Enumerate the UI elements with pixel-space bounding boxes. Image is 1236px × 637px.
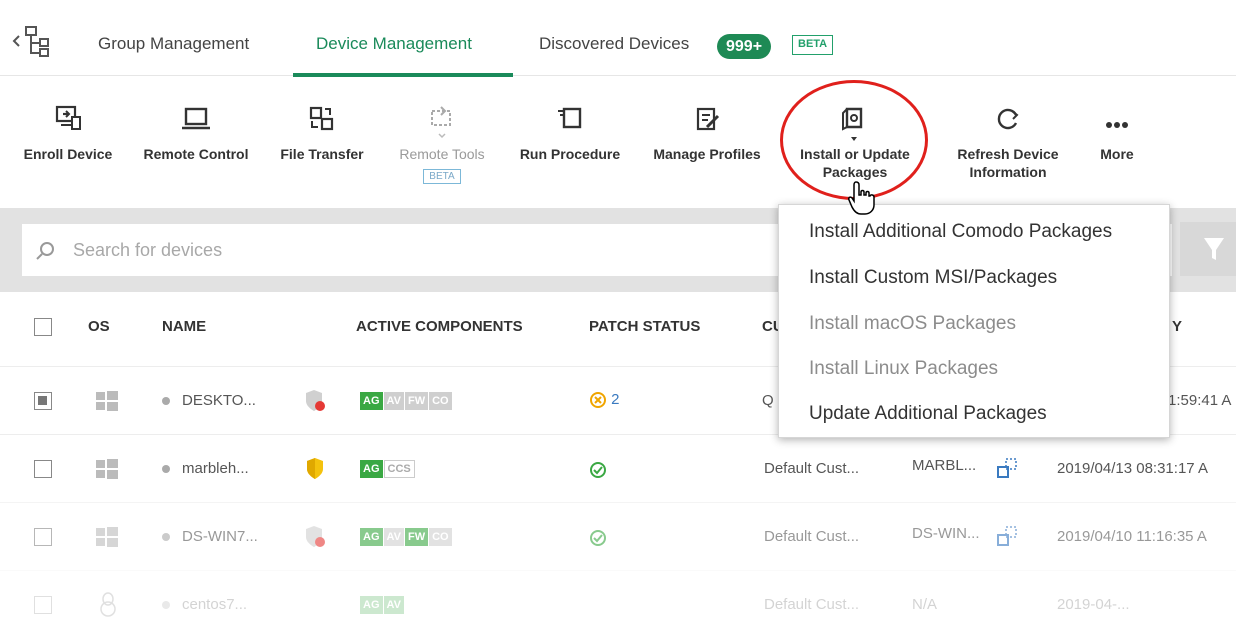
status-dot [162,397,170,406]
device-name[interactable]: centos7... [162,596,247,613]
file-transfer-button[interactable]: File Transfer [272,105,372,163]
remote-control-label: Remote Control [143,146,249,162]
row-checkbox[interactable] [34,528,52,546]
refresh-label-line2: Information [969,164,1047,180]
table-row[interactable]: centos7... AG AV Default Cust... N/A 2019… [0,570,1236,637]
shield-icon [306,390,325,411]
column-os[interactable]: OS [88,318,110,335]
row-checkbox[interactable] [34,596,52,614]
run-procedure-label: Run Procedure [519,146,621,162]
more-dots-icon [1106,122,1128,128]
tree-back-icon[interactable] [10,22,56,62]
enroll-device-icon [55,105,81,130]
column-active-components[interactable]: ACTIVE COMPONENTS [356,318,523,335]
file-transfer-icon [309,106,334,131]
shield-icon [306,526,325,547]
refresh-device-information-button[interactable]: Refresh Device Information [946,105,1070,181]
tab-discovered-devices[interactable]: Discovered Devices [539,34,689,54]
enroll-device-label: Enroll Device [23,146,113,162]
windows-os-icon [96,459,118,479]
patch-status[interactable]: 2 [589,391,620,409]
active-components: AG AV FW CO [360,527,453,546]
column-last-activity[interactable]: Y [1172,318,1182,335]
search-icon [36,242,54,260]
last-activity: 2019-04-... [1057,596,1130,613]
customer: Default Cust... [764,460,860,477]
remote-control-button[interactable]: Remote Control [136,105,256,163]
device-name[interactable]: marbleh... [162,460,249,477]
manage-profiles-button[interactable]: Manage Profiles [644,105,770,163]
device-name[interactable]: DS-WIN7... [162,528,258,545]
select-all-checkbox[interactable] [34,318,52,336]
manage-profiles-label: Manage Profiles [653,146,761,162]
more-label: More [1100,146,1134,162]
linux-os-icon [100,592,116,617]
device-name-short: DS-WIN... [912,525,980,542]
laptop-icon [182,107,210,130]
toolbar: Enroll Device Remote Control File Transf… [0,77,1236,207]
menu-item-install-linux[interactable]: Install Linux Packages [809,358,998,380]
run-procedure-icon [558,107,582,129]
customer: Default Cust... [764,528,860,545]
patch-ok-icon[interactable] [589,461,607,479]
tab-bar: Group Management Device Management Disco… [0,0,1236,77]
active-components: AG CCS [360,459,416,478]
filter-icon [1204,238,1224,260]
status-dot [162,601,170,610]
last-activity: 2019/04/10 11:16:35 A [1057,528,1207,545]
remote-tools-icon [431,106,451,139]
tab-device-management[interactable]: Device Management [316,34,472,54]
active-components: AG AV [360,595,405,614]
menu-item-update-additional[interactable]: Update Additional Packages [809,403,1047,425]
discovered-count-badge: 999+ [717,34,772,59]
enroll-device-button[interactable]: Enroll Device [18,105,118,163]
shield-warning-icon [307,458,323,479]
device-name-short: N/A [912,596,938,613]
remote-connect-icon[interactable] [996,525,1018,547]
filter-button[interactable] [1180,222,1236,276]
row-checkbox[interactable] [34,392,52,410]
remote-connect-icon[interactable] [996,457,1018,479]
table-row[interactable]: DS-WIN7... AG AV FW CO Default Cust... DS-W… [0,502,1236,570]
patch-ok-icon[interactable] [589,529,607,547]
run-procedure-button[interactable]: Run Procedure [512,105,628,163]
windows-os-icon [96,391,118,411]
refresh-label-line1: Refresh Device [957,146,1059,162]
install-packages-dropdown: Install Additional Comodo Packages Insta… [778,204,1170,438]
hand-cursor-icon [848,181,875,215]
beta-badge: BETA [792,35,834,55]
menu-item-install-custom-msi[interactable]: Install Custom MSI/Packages [809,267,1057,289]
column-patch-status[interactable]: PATCH STATUS [589,318,700,335]
remote-tools-label: Remote Tools [399,146,485,162]
windows-os-icon [96,527,118,547]
tab-group-management[interactable]: Group Management [98,34,249,54]
remote-tools-button[interactable]: Remote Tools BETA [388,105,496,184]
patch-warning-icon [590,392,606,409]
more-button[interactable]: More [1092,113,1142,163]
menu-item-install-additional-comodo[interactable]: Install Additional Comodo Packages [809,221,1112,243]
device-name-short: MARBL... [912,457,977,474]
customer: Default Cust... [764,596,860,613]
table-row[interactable]: marbleh... AG CCS Default Cust... MARBL..… [0,434,1236,502]
menu-item-install-macos[interactable]: Install macOS Packages [809,313,1016,335]
manage-profiles-icon [696,107,720,131]
row-checkbox[interactable] [34,460,52,478]
refresh-icon [997,108,1019,130]
status-dot [162,533,170,542]
column-name[interactable]: NAME [162,318,206,335]
device-name[interactable]: DESKTO... [162,392,256,409]
status-dot [162,465,170,474]
remote-tools-beta-badge: BETA [423,169,461,184]
file-transfer-label: File Transfer [280,146,364,162]
active-components: AG AV FW CO [360,391,453,410]
last-activity: 1:59:41 A [1168,392,1232,409]
last-activity: 2019/04/13 08:31:17 A [1057,460,1208,477]
search-placeholder: Search for devices [73,240,223,260]
customer: Q [762,392,774,409]
